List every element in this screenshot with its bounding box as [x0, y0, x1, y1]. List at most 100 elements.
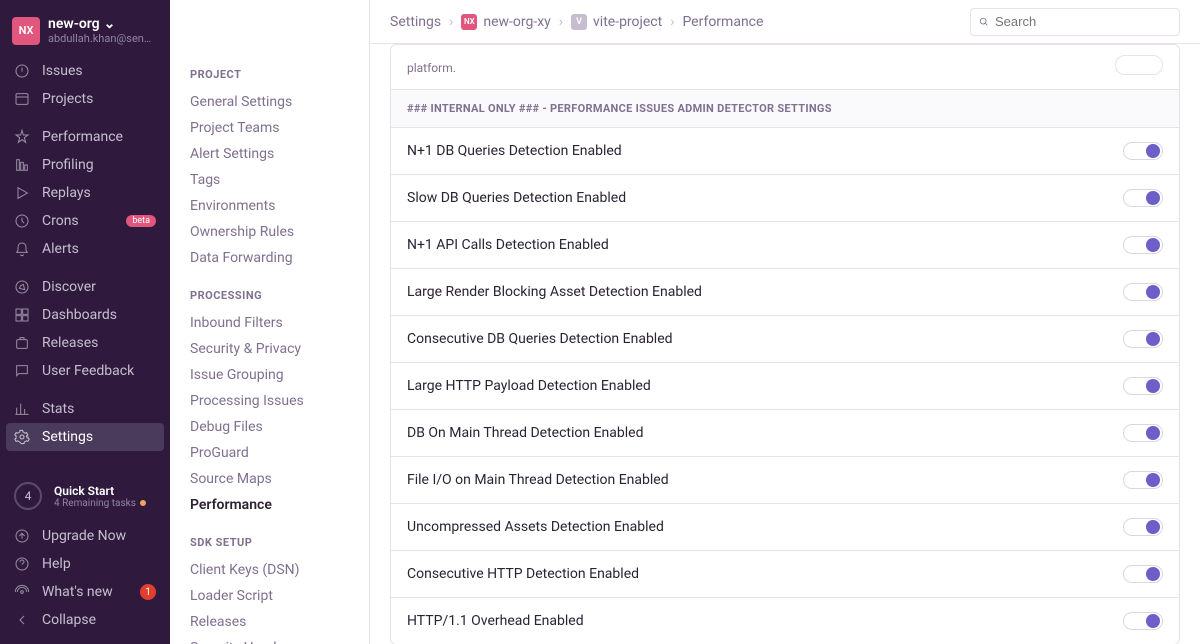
setting-row: Consecutive HTTP Detection Enabled — [391, 551, 1179, 598]
nav-collapse[interactable]: Collapse — [0, 606, 170, 634]
toggle-switch[interactable] — [1123, 330, 1163, 348]
nav-projects[interactable]: Projects — [0, 85, 170, 113]
nav-label: Stats — [42, 401, 74, 417]
alerts-icon — [14, 241, 30, 257]
settings-nav-issue-grouping[interactable]: Issue Grouping — [170, 362, 369, 388]
nav-label: Dashboards — [42, 307, 117, 323]
setting-label: N+1 API Calls Detection Enabled — [407, 237, 609, 253]
setting-row: Uncompressed Assets Detection Enabled — [391, 504, 1179, 551]
upgrade-icon — [14, 528, 30, 544]
search-input[interactable] — [970, 8, 1180, 36]
search-icon — [979, 15, 989, 29]
settings-nav-loader-script[interactable]: Loader Script — [170, 583, 369, 609]
settings-nav-data-forwarding[interactable]: Data Forwarding — [170, 245, 369, 271]
quick-start[interactable]: 4 Quick Start 4 Remaining tasks — [0, 474, 170, 518]
toggle-switch[interactable] — [1123, 377, 1163, 395]
primary-sidebar: NX new-org ⌄ abdullah.khan@sen… Issues Pr… — [0, 0, 170, 644]
quick-start-title: Quick Start — [54, 484, 146, 498]
toggle-switch[interactable] — [1123, 612, 1163, 630]
toggle-switch[interactable] — [1123, 424, 1163, 442]
nav-user-feedback[interactable]: User Feedback — [0, 357, 170, 385]
settings-nav-project-teams[interactable]: Project Teams — [170, 115, 369, 141]
nav-label: Projects — [42, 91, 93, 107]
issues-icon — [14, 63, 30, 79]
toggle-knob-icon — [1146, 332, 1160, 346]
toggle-knob-icon — [1146, 567, 1160, 581]
breadcrumb-settings[interactable]: Settings — [390, 14, 441, 30]
panel-chip[interactable] — [1115, 55, 1163, 75]
topbar: Settings › NX new-org-xy › V vite-projec… — [370, 0, 1200, 44]
search-field[interactable] — [995, 14, 1171, 29]
nav-issues[interactable]: Issues — [0, 57, 170, 85]
nav-label: What's new — [42, 584, 113, 600]
nav-replays[interactable]: Replays — [0, 179, 170, 207]
setting-label: DB On Main Thread Detection Enabled — [407, 425, 643, 441]
settings-nav-releases[interactable]: Releases — [170, 609, 369, 635]
toggle-knob-icon — [1146, 426, 1160, 440]
settings-nav-source-maps[interactable]: Source Maps — [170, 466, 369, 492]
settings-nav-general-settings[interactable]: General Settings — [170, 89, 369, 115]
settings-panel: platform. ### INTERNAL ONLY ### - PERFOR… — [390, 44, 1180, 644]
setting-label: Large HTTP Payload Detection Enabled — [407, 378, 651, 394]
setting-label: N+1 DB Queries Detection Enabled — [407, 143, 622, 159]
setting-row: Slow DB Queries Detection Enabled — [391, 175, 1179, 222]
nav-help[interactable]: Help — [0, 550, 170, 578]
nav-performance[interactable]: Performance — [0, 123, 170, 151]
dashboards-icon — [14, 307, 30, 323]
panel-header: ### INTERNAL ONLY ### - PERFORMANCE ISSU… — [391, 89, 1179, 128]
count-badge: 1 — [140, 584, 156, 600]
settings-nav-proguard[interactable]: ProGuard — [170, 440, 369, 466]
quick-start-subtitle: 4 Remaining tasks — [54, 498, 136, 509]
projects-icon — [14, 91, 30, 107]
nav-profiling[interactable]: Profiling — [0, 151, 170, 179]
setting-label: Slow DB Queries Detection Enabled — [407, 190, 626, 206]
chevron-right-icon: › — [670, 14, 674, 30]
setting-row: N+1 DB Queries Detection Enabled — [391, 128, 1179, 175]
nav-label: Collapse — [42, 612, 96, 628]
nav-label: Upgrade Now — [42, 528, 126, 544]
settings-nav-performance[interactable]: Performance — [170, 492, 369, 518]
nav-label: Crons — [42, 213, 79, 229]
toggle-knob-icon — [1146, 473, 1160, 487]
nav-dashboards[interactable]: Dashboards — [0, 301, 170, 329]
settings-nav-tags[interactable]: Tags — [170, 167, 369, 193]
org-switcher[interactable]: NX new-org ⌄ abdullah.khan@sen… — [0, 10, 170, 57]
setting-label: Uncompressed Assets Detection Enabled — [407, 519, 664, 535]
toggle-switch[interactable] — [1123, 518, 1163, 536]
nav-upgrade-now[interactable]: Upgrade Now — [0, 522, 170, 550]
nav-stats[interactable]: Stats — [0, 395, 170, 423]
toggle-switch[interactable] — [1123, 142, 1163, 160]
settings-nav-debug-files[interactable]: Debug Files — [170, 414, 369, 440]
nav-label: Profiling — [42, 157, 94, 173]
feedback-icon — [14, 363, 30, 379]
toggle-switch[interactable] — [1123, 236, 1163, 254]
nav-discover[interactable]: Discover — [0, 273, 170, 301]
settings-nav-security-headers[interactable]: Security Headers — [170, 635, 369, 644]
quick-start-count: 4 — [14, 482, 42, 510]
settings-nav-alert-settings[interactable]: Alert Settings — [170, 141, 369, 167]
breadcrumb-project[interactable]: V vite-project — [571, 14, 662, 30]
nav-alerts[interactable]: Alerts — [0, 235, 170, 263]
settings-nav-environments[interactable]: Environments — [170, 193, 369, 219]
settings-sidebar: PROJECTGeneral SettingsProject TeamsAler… — [170, 0, 370, 644]
nav-label: Replays — [42, 185, 91, 201]
toggle-switch[interactable] — [1123, 189, 1163, 207]
broadcast-icon — [14, 584, 30, 600]
settings-nav-client-keys-dsn-[interactable]: Client Keys (DSN) — [170, 557, 369, 583]
settings-nav-ownership-rules[interactable]: Ownership Rules — [170, 219, 369, 245]
nav-crons[interactable]: Cronsbeta — [0, 207, 170, 235]
section-title: PROCESSING — [170, 289, 369, 310]
breadcrumb-org[interactable]: NX new-org-xy — [461, 14, 550, 30]
nav-releases[interactable]: Releases — [0, 329, 170, 357]
toggle-switch[interactable] — [1123, 471, 1163, 489]
nav-what's-new[interactable]: What's new 1 — [0, 578, 170, 606]
toggle-switch[interactable] — [1123, 283, 1163, 301]
nav-settings[interactable]: Settings — [6, 423, 164, 451]
settings-nav-processing-issues[interactable]: Processing Issues — [170, 388, 369, 414]
breadcrumb-current: Performance — [682, 14, 763, 30]
toggle-knob-icon — [1146, 285, 1160, 299]
toggle-switch[interactable] — [1123, 565, 1163, 583]
settings-nav-security-privacy[interactable]: Security & Privacy — [170, 336, 369, 362]
settings-nav-inbound-filters[interactable]: Inbound Filters — [170, 310, 369, 336]
settings-icon — [14, 429, 30, 445]
